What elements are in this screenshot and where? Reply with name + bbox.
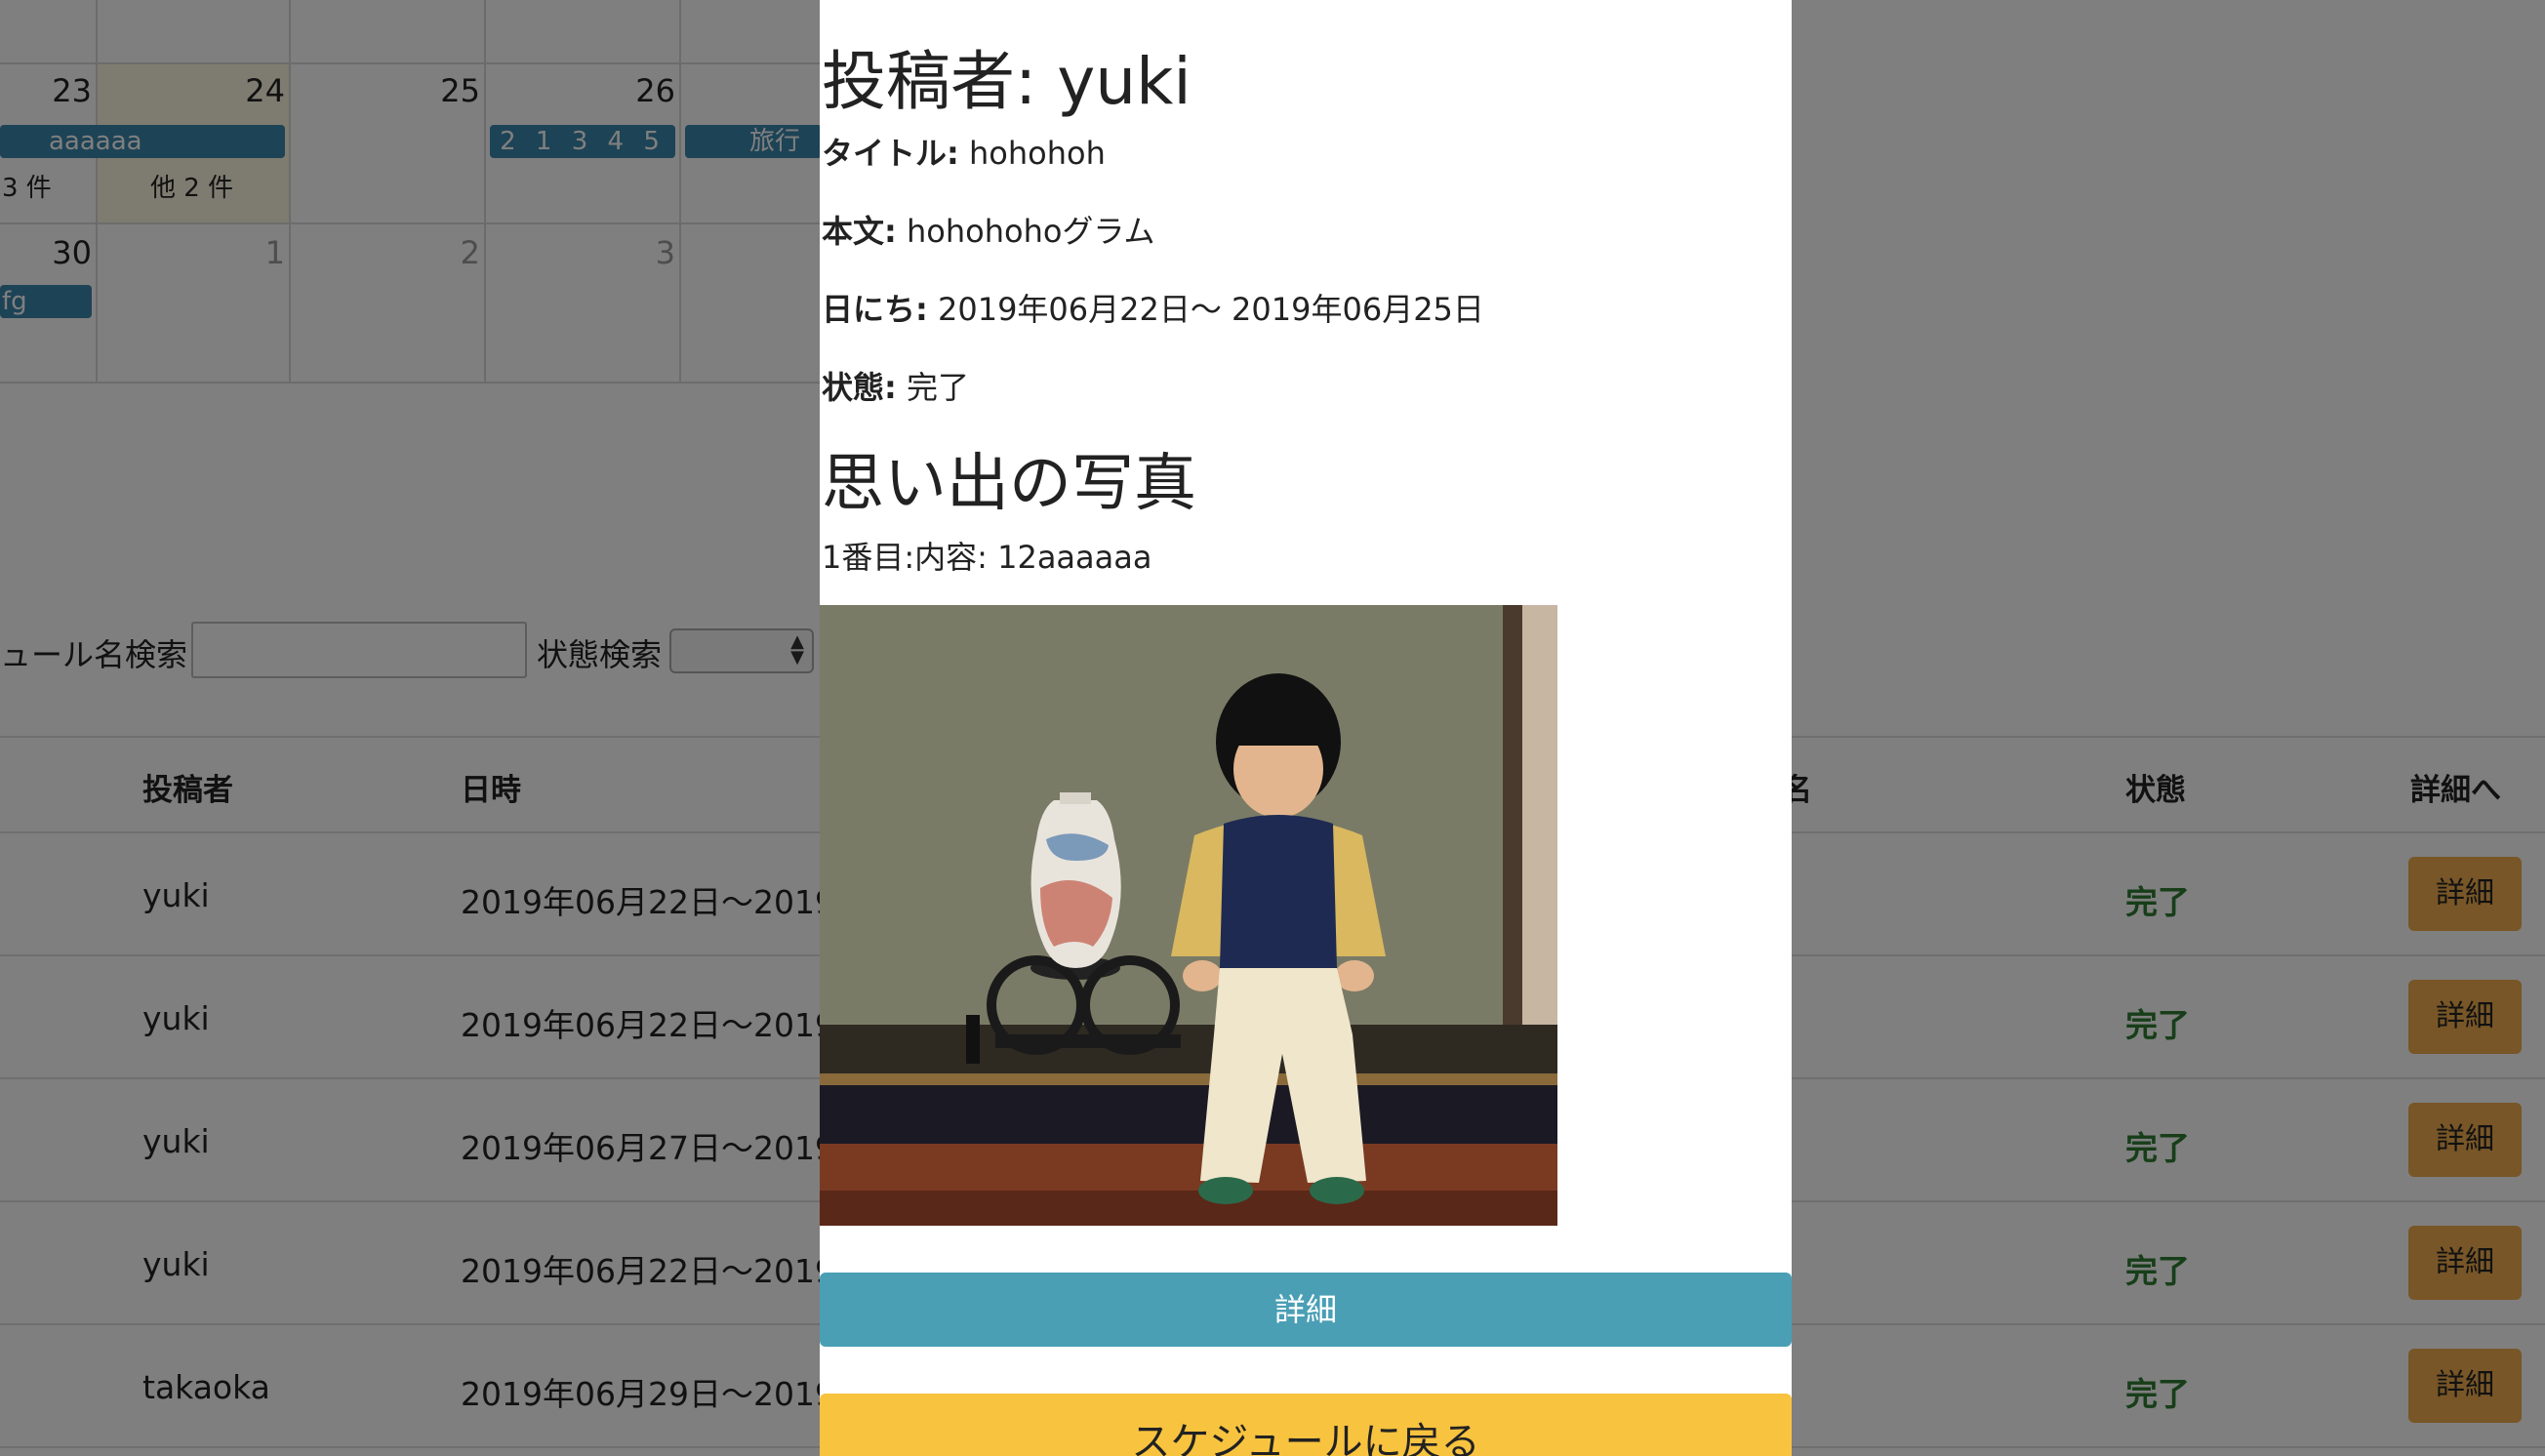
modal-state-row: 状態: 完了 — [822, 363, 969, 408]
modal-photo-caption: 1番目:内容: 12aaaaaa — [822, 539, 1152, 576]
modal-photos-heading: 思い出の写真 — [822, 448, 1196, 520]
memory-photo — [820, 605, 1557, 1226]
modal-detail-button[interactable]: 詳細 — [820, 1273, 1792, 1347]
modal-body-label: 本文: — [822, 213, 897, 250]
modal-date-value: 2019年06月22日〜 2019年06月25日 — [937, 291, 1484, 328]
modal-date-row: 日にち: 2019年06月22日〜 2019年06月25日 — [822, 285, 1484, 330]
modal-title-label: タイトル: — [822, 135, 959, 172]
modal-body-value: hohohohoグラム — [906, 213, 1155, 250]
schedule-detail-modal: 投稿者: yuki タイトル: hohohoh 本文: hohohohoグラム … — [820, 0, 1792, 1456]
modal-title-row: タイトル: hohohoh — [822, 129, 1106, 174]
modal-date-label: 日にち: — [822, 291, 928, 328]
back-to-schedule-button[interactable]: スケジュールに戻る — [820, 1394, 1792, 1456]
modal-body-row: 本文: hohohohoグラム — [822, 207, 1154, 252]
modal-title-value: hohohoh — [968, 135, 1106, 172]
modal-state-value: 完了 — [906, 369, 969, 406]
modal-state-label: 状態: — [822, 369, 897, 406]
modal-heading-poster: 投稿者: yuki — [822, 44, 1192, 119]
